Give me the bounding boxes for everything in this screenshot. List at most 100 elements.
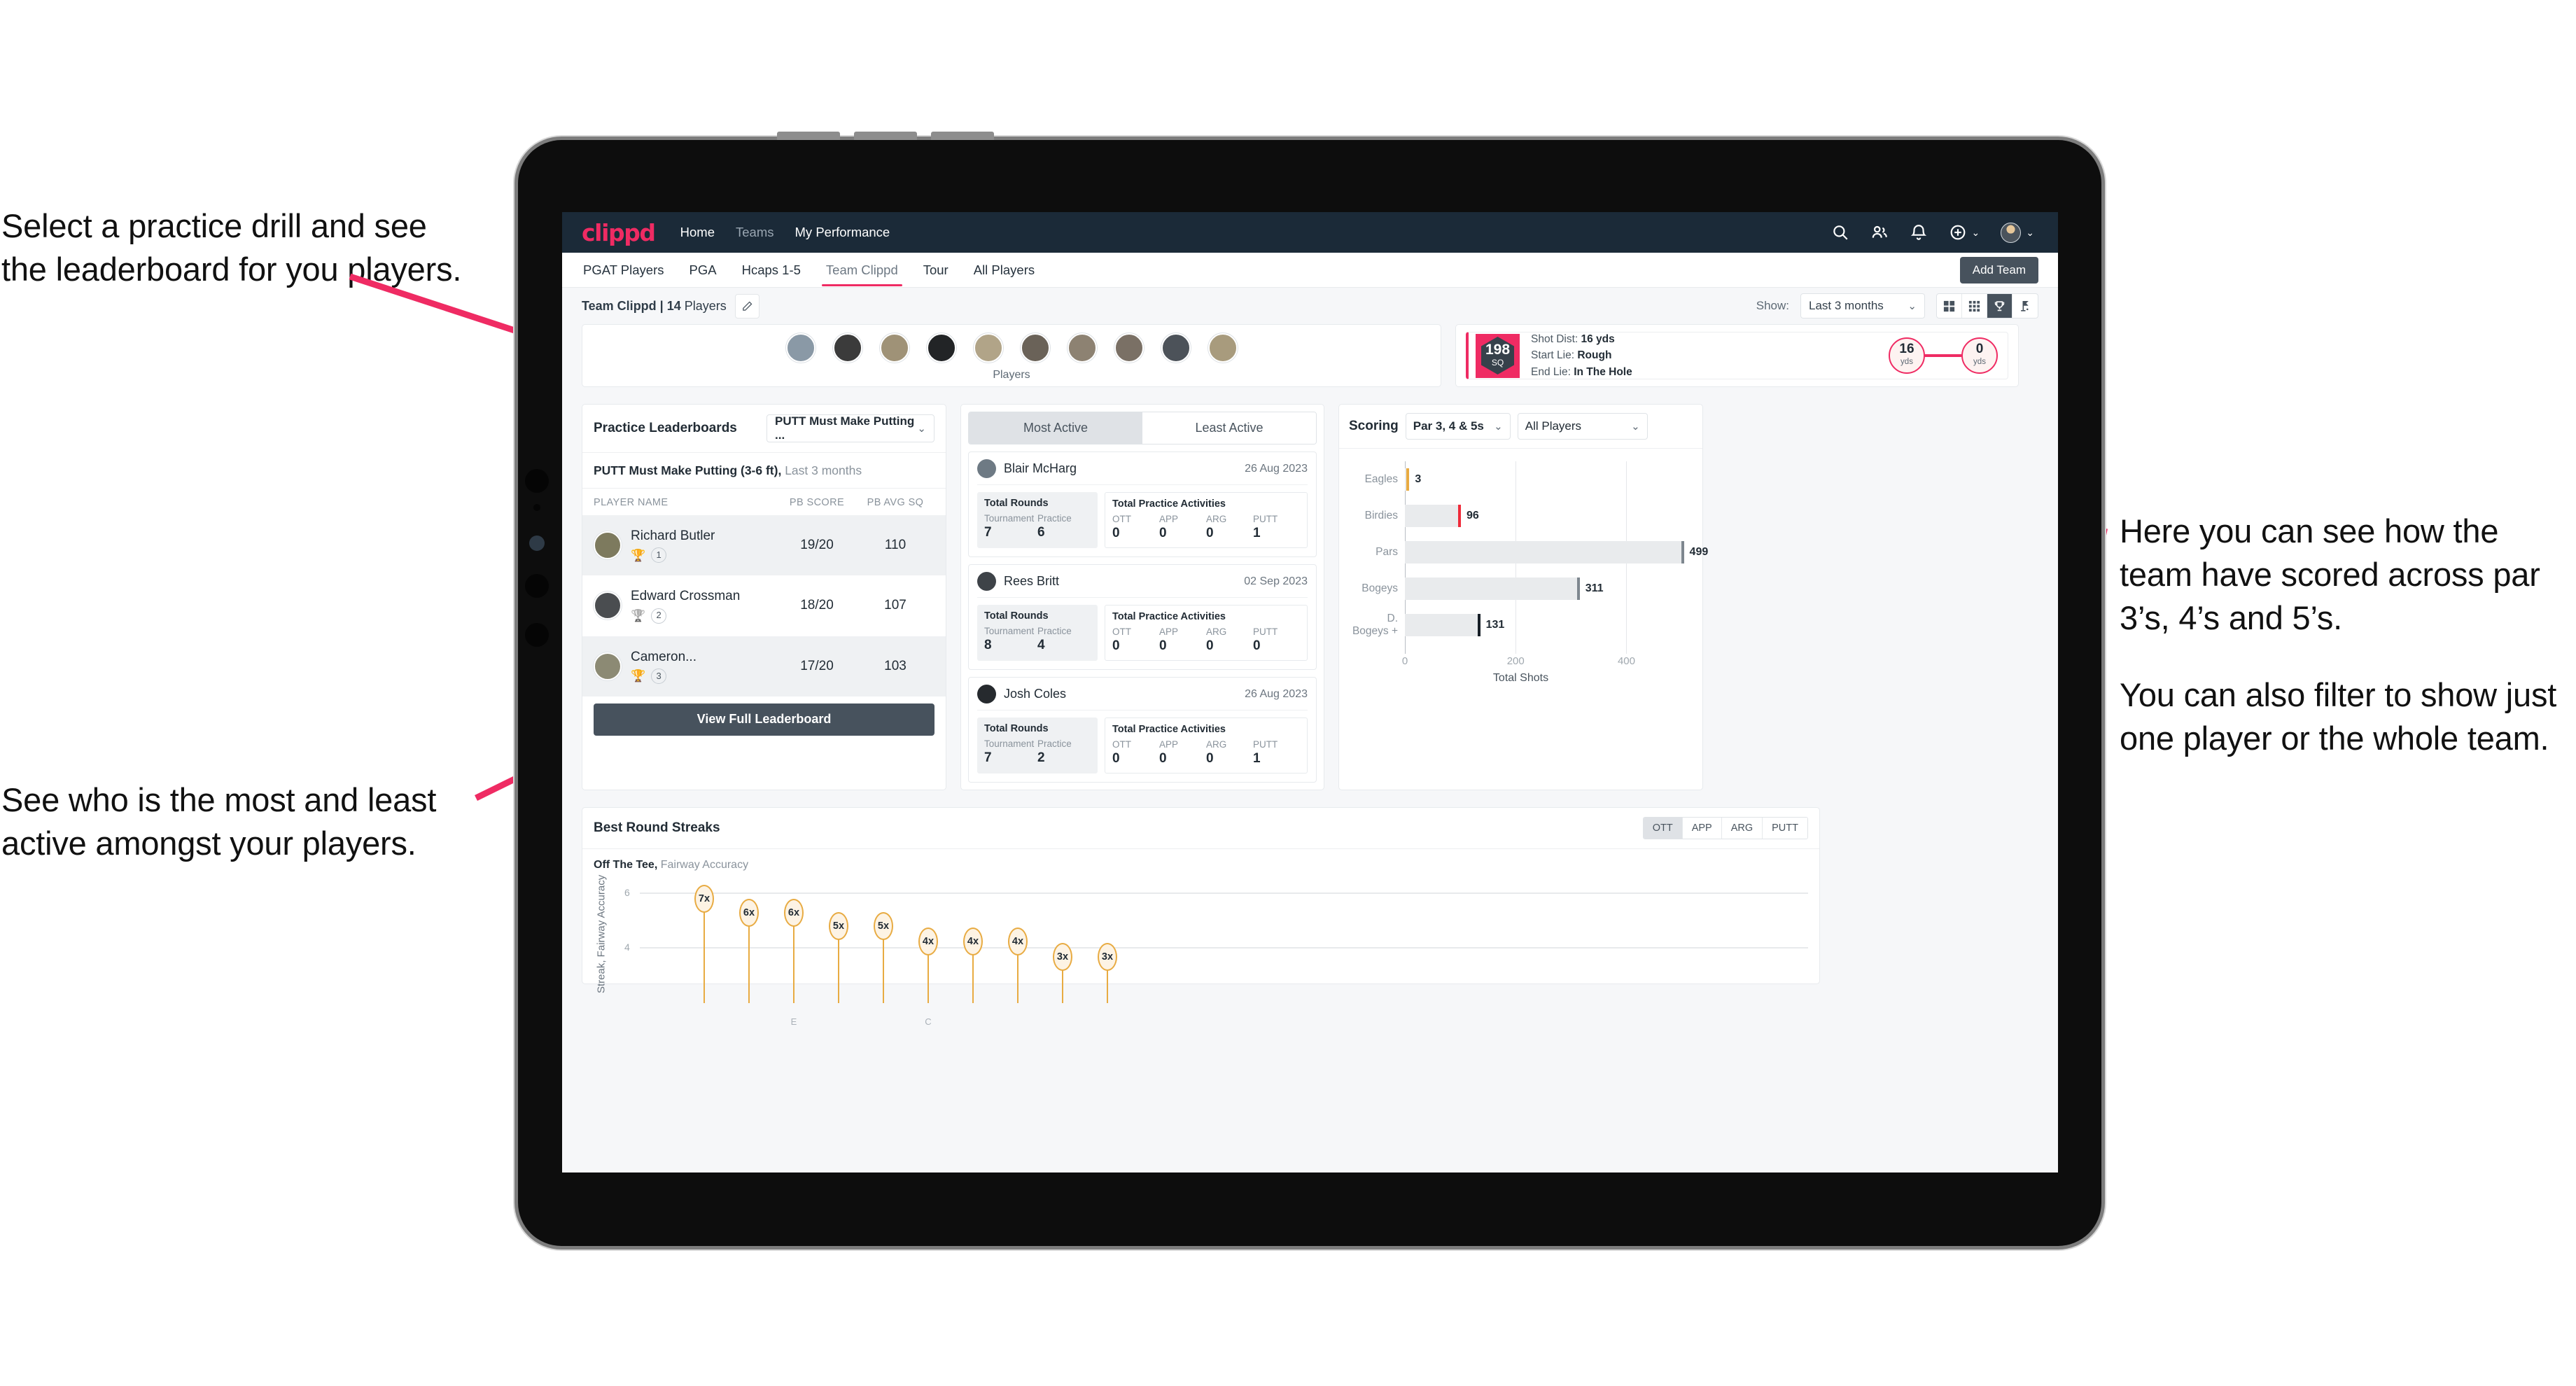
shot-dist-value: 16 yds — [1581, 333, 1615, 346]
nav-link-my-performance[interactable]: My Performance — [795, 225, 890, 240]
player-name: Rees Britt — [1004, 574, 1060, 588]
add-menu[interactable]: ⌄ — [1949, 223, 1980, 241]
act-value: 0 — [1159, 751, 1167, 766]
avatar[interactable] — [1020, 333, 1050, 363]
leaderboard-title: Practice Leaderboards — [594, 421, 737, 435]
tab-most-active[interactable]: Most Active — [969, 412, 1142, 444]
pb-score-value: 19/20 — [800, 538, 834, 553]
avatar[interactable] — [2001, 222, 2022, 243]
end-lie-value: In The Hole — [1574, 365, 1632, 378]
bar-label: Eagles — [1364, 473, 1398, 485]
annotation-line: See who is the most and least — [1, 781, 437, 818]
table-row[interactable]: Edward Crossman 🏆 2 18/20 107 — [582, 575, 946, 636]
period-select[interactable]: Last 3 months ⌄ — [1800, 293, 1925, 318]
practice-activities-box: Total Practice Activities OTT 0 APP 0 ARG 0… — [1105, 492, 1308, 548]
streak-x-label: E — [790, 1016, 797, 1027]
period-value: Last 3 months — [1809, 299, 1884, 312]
grid-small-view-button[interactable] — [1962, 294, 1987, 318]
tab-all-players[interactable]: All Players — [972, 253, 1036, 286]
act-key: PUTT — [1253, 739, 1278, 750]
avatar[interactable] — [1067, 333, 1097, 363]
avatar[interactable] — [879, 333, 909, 363]
leaderboard-header: Practice Leaderboards PUTT Must Make Put… — [582, 405, 946, 453]
streak-bubble: 3x — [1098, 943, 1117, 971]
people-icon[interactable] — [1870, 223, 1889, 241]
nav-link-home[interactable]: Home — [680, 225, 715, 240]
rounds-key: Practice — [1037, 738, 1072, 749]
list-item[interactable]: Josh Coles 26 Aug 2023 Total Rounds Tour… — [968, 677, 1317, 783]
scoring-bar-chart: Eagles 3 Birdies 96 Pars 499 Bogeys 311 … — [1349, 461, 1708, 654]
toggle-app[interactable]: APP — [1682, 818, 1722, 839]
chevron-down-icon: ⌄ — [1907, 300, 1917, 312]
practice-activities-values: OTT 0 APP 0 ARG 0 PUTT 0 — [1112, 626, 1300, 654]
chevron-down-icon[interactable]: ⌄ — [2026, 227, 2034, 237]
tab-tour[interactable]: Tour — [922, 253, 950, 286]
rank-badge: 1 — [651, 547, 667, 564]
toggle-arg[interactable]: ARG — [1721, 818, 1763, 839]
tab-pgat-players[interactable]: PGAT Players — [582, 253, 666, 286]
team-players-suffix: Players — [680, 298, 727, 313]
act-key: OTT — [1112, 739, 1131, 750]
table-row[interactable]: Cameron... 🏆 3 17/20 103 — [582, 636, 946, 696]
bar-cap — [1576, 578, 1580, 600]
avatar[interactable] — [1114, 333, 1144, 363]
annotation-scoring: Here you can see how the team have score… — [2120, 510, 2575, 760]
navbar-actions: ⌄ ⌄ — [1831, 222, 2034, 243]
drill-select[interactable]: PUTT Must Make Putting ... ⌄ — [766, 414, 934, 442]
bar-value: 131 — [1485, 619, 1505, 631]
tab-least-active[interactable]: Least Active — [1142, 412, 1316, 444]
end-lie-line: End Lie: In The Hole — [1531, 364, 1632, 380]
avatar[interactable] — [832, 333, 862, 363]
activity-item-header: Rees Britt 02 Sep 2023 — [977, 572, 1308, 598]
plus-circle-icon[interactable] — [1949, 223, 1967, 241]
bell-icon[interactable] — [1910, 223, 1928, 241]
trophy-view-button[interactable] — [1987, 294, 2012, 318]
shot-dist-label: Shot Dist: — [1531, 333, 1581, 346]
toggle-ott[interactable]: OTT — [1643, 818, 1683, 839]
tab-hcaps-1-5[interactable]: Hcaps 1-5 — [741, 253, 802, 286]
x-tick: 400 — [1617, 655, 1635, 667]
player-filter-select[interactable]: All Players ⌄ — [1517, 413, 1648, 440]
total-rounds-header: Total Rounds — [984, 610, 1049, 622]
edit-team-button[interactable] — [734, 293, 760, 318]
add-team-button[interactable]: Add Team — [1959, 257, 2038, 284]
list-item[interactable]: Blair McHarg 26 Aug 2023 Total Rounds To… — [968, 451, 1317, 557]
tab-pga[interactable]: PGA — [688, 253, 718, 286]
rounds-value: 7 — [984, 750, 992, 765]
tab-team-clippd[interactable]: Team Clippd — [821, 253, 902, 286]
avatar[interactable] — [926, 333, 956, 363]
act-app: APP 0 — [1159, 514, 1206, 541]
device-speaker — [854, 132, 917, 140]
clippd-logo[interactable]: clippd — [582, 219, 656, 246]
par-select[interactable]: Par 3, 4 & 5s ⌄ — [1405, 413, 1511, 440]
chevron-down-icon[interactable]: ⌄ — [1972, 227, 1980, 237]
search-icon[interactable] — [1831, 223, 1849, 241]
device-speaker — [931, 132, 994, 140]
bar-fill — [1405, 578, 1577, 600]
view-full-leaderboard-button[interactable]: View Full Leaderboard — [594, 703, 934, 736]
avatar[interactable] — [1208, 333, 1238, 363]
shot-detail-card: 198 SQ Shot Dist: 16 yds Start Lie: Roug… — [1455, 324, 2019, 387]
avatar[interactable] — [785, 333, 816, 363]
bar-label: Bogeys — [1362, 582, 1398, 594]
rank-badge: 2 — [651, 608, 667, 624]
list-item[interactable]: Rees Britt 02 Sep 2023 Total Rounds Tour… — [968, 564, 1317, 670]
act-arg: ARG 0 — [1206, 514, 1253, 541]
y-tick: 4 — [624, 941, 630, 953]
gridline-4 — [640, 947, 1808, 948]
table-row[interactable]: Richard Butler 🏆 1 19/20 110 — [582, 515, 946, 576]
bar-label: Pars — [1376, 546, 1398, 558]
nav-link-teams[interactable]: Teams — [736, 225, 774, 240]
act-value: 1 — [1253, 751, 1261, 766]
avatar[interactable] — [1161, 333, 1191, 363]
activity-item-header: Josh Coles 26 Aug 2023 — [977, 685, 1308, 710]
bar-track: 499 — [1405, 538, 1708, 566]
avatar[interactable] — [973, 333, 1003, 363]
subheader-controls: Show: Last 3 months ⌄ — [1756, 293, 2038, 318]
rounds-key: Tournament — [984, 513, 1035, 524]
grid-large-view-button[interactable] — [1937, 294, 1962, 318]
toggle-putt[interactable]: PUTT — [1763, 818, 1807, 839]
golf-flag-view-button[interactable] — [2012, 294, 2038, 318]
user-menu[interactable]: ⌄ — [2001, 222, 2034, 243]
drill-period: Last 3 months — [781, 463, 862, 477]
